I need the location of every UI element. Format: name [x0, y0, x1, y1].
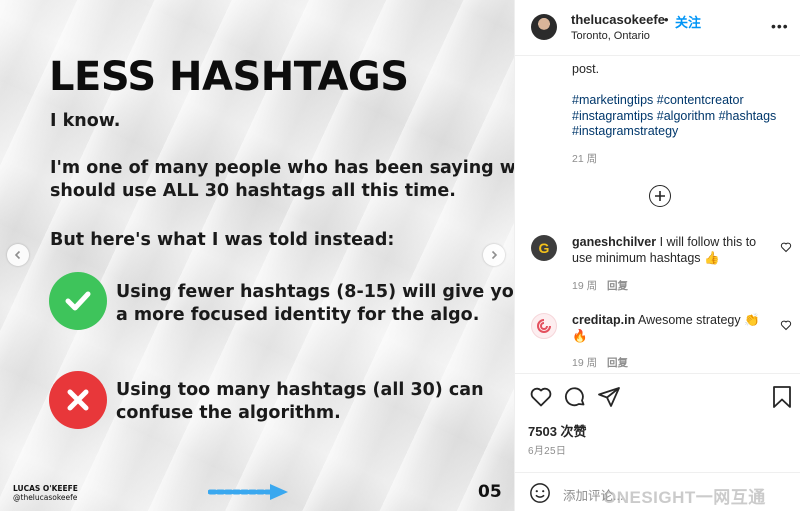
post-header: thelucasokeefe • 关注 Toronto, Ontario ••• [515, 0, 800, 56]
reply-button[interactable]: 回复 [607, 355, 628, 370]
author-username[interactable]: thelucasokeefe [571, 12, 665, 27]
chevron-left-icon [14, 250, 21, 260]
slide-author-handle: @thelucasokeefe [13, 493, 78, 502]
carousel-next-button[interactable] [483, 244, 505, 266]
slide-paragraph-1-line-2: should use ALL 30 hashtags all this time… [50, 181, 456, 201]
creditap-logo-icon [537, 319, 551, 333]
like-count[interactable]: 7503 次赞 [528, 421, 587, 440]
comment-avatar[interactable]: G [531, 235, 557, 261]
follow-button[interactable]: 关注 [675, 12, 701, 31]
swipe-arrow-icon [208, 484, 288, 500]
like-heart-icon[interactable] [529, 385, 553, 409]
slide-author: LUCAS O'KEEFE @thelucasokeefe [13, 484, 78, 502]
author-avatar[interactable] [531, 14, 557, 40]
comment-like-icon[interactable] [780, 319, 792, 331]
post-location[interactable]: Toronto, Ontario [571, 30, 650, 42]
carousel-prev-button[interactable] [7, 244, 29, 266]
share-send-icon[interactable] [597, 385, 621, 409]
checkmark-icon [49, 272, 107, 330]
reply-button[interactable]: 回复 [607, 278, 628, 293]
cross-icon [49, 371, 107, 429]
comment-body: creditap.in Awesome strategy 👏🔥 [572, 312, 772, 344]
slide-author-name: LUCAS O'KEEFE [13, 484, 78, 493]
comment-bubble-icon[interactable] [563, 385, 587, 409]
comment-age: 19 周 [572, 357, 598, 369]
caption-hashtags[interactable]: #marketingtips #contentcreator #instagra… [572, 93, 794, 140]
chevron-right-icon [491, 250, 498, 260]
comment-like-icon[interactable] [780, 241, 792, 253]
comment-username[interactable]: ganeshchilver [572, 235, 656, 249]
good-point-line-2: a more focused identity for the algo. [116, 305, 480, 325]
slide-line-i-know: I know. [50, 111, 121, 131]
more-options-icon[interactable]: ••• [771, 18, 789, 34]
comment-body: ganeshchilver I will follow this to use … [572, 234, 772, 266]
comment-age: 19 周 [572, 280, 598, 292]
carousel-slide: LESS HASHTAGS I know. I'm one of many pe… [0, 0, 514, 511]
separator-dot: • [664, 12, 669, 27]
good-point-line-1: Using fewer hashtags (8-15) will give yo… [116, 282, 514, 302]
emoji-smiley-icon[interactable] [529, 482, 551, 504]
load-more-comments-button[interactable] [649, 185, 671, 207]
comment-username[interactable]: creditap.in [572, 313, 635, 327]
bookmark-save-icon[interactable] [771, 385, 793, 409]
slide-page-number: 05 [478, 482, 502, 502]
add-comment-row: 添加评论... ONESIGHT一网互通 [515, 472, 800, 511]
bad-point-line-1: Using too many hashtags (all 30) can [116, 380, 484, 400]
bad-point-line-2: confuse the algorithm. [116, 403, 341, 423]
slide-paragraph-2: But here's what I was told instead: [50, 230, 395, 250]
caption-text: post. [572, 62, 600, 76]
post-actions: 7503 次赞 6月25日 添加评论... ONESIGHT一网互通 [515, 373, 800, 511]
caption-age: 21 周 [572, 153, 598, 165]
watermark-text: ONESIGHT一网互通 [603, 488, 766, 507]
slide-paragraph-1-line-1: I'm one of many people who has been sayi… [50, 158, 514, 178]
slide-title: LESS HASHTAGS [49, 54, 409, 100]
plus-icon [655, 191, 665, 201]
post-panel: thelucasokeefe • 关注 Toronto, Ontario •••… [514, 0, 800, 511]
post-date[interactable]: 6月25日 [528, 442, 566, 457]
avatar-letter: G [538, 240, 550, 256]
comment-avatar[interactable] [531, 313, 557, 339]
